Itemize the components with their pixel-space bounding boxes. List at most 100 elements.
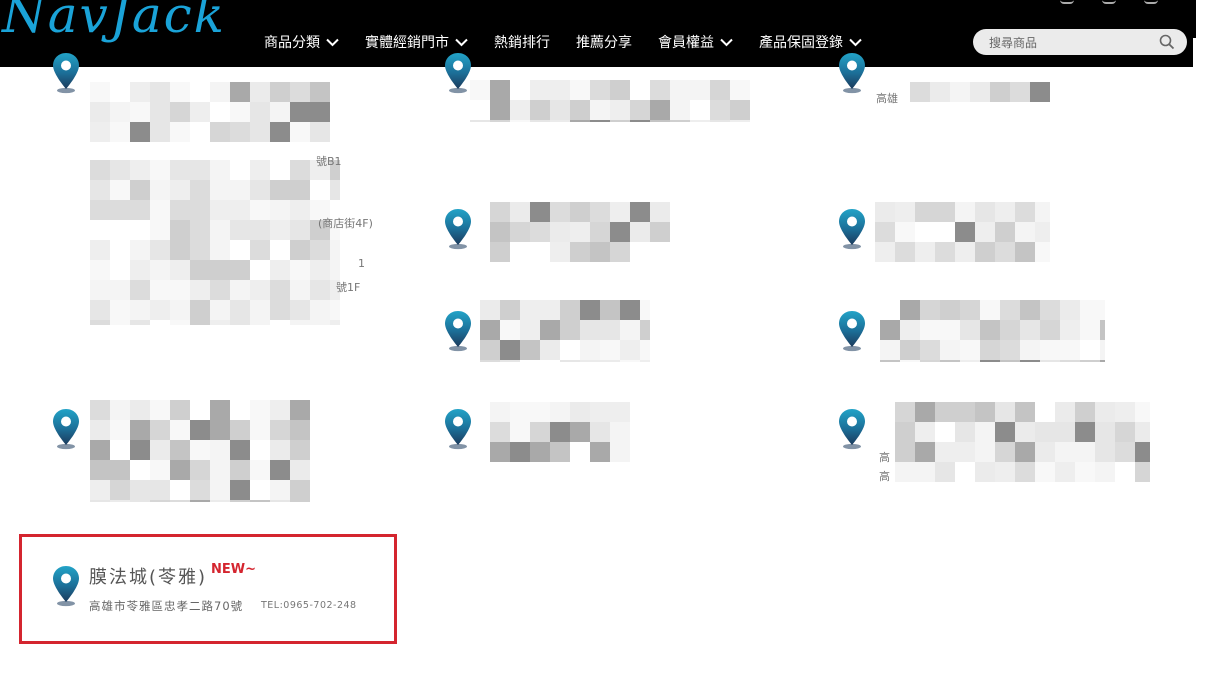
mosaic-cell <box>290 180 310 200</box>
mosaic-cell <box>510 242 530 262</box>
mosaic-cell <box>1000 300 1020 320</box>
mosaic-cell <box>130 280 150 300</box>
mosaic-cell <box>90 320 110 325</box>
mosaic-cell <box>1080 300 1100 320</box>
mosaic-cell <box>935 442 955 462</box>
mosaic-cell <box>210 102 230 122</box>
mosaic-cell <box>975 442 995 462</box>
mosaic-cell <box>710 100 730 120</box>
mosaic-cell <box>90 460 110 480</box>
main-nav: 商品分類 實體經銷門市 熱銷排行 推薦分享 會員權益 產品保固登錄 <box>264 32 888 52</box>
mosaic-cell <box>915 242 935 262</box>
mosaic-cell <box>470 80 490 100</box>
mosaic-cell <box>1135 422 1150 442</box>
mosaic-cell <box>1055 442 1075 462</box>
new-badge: NEW~ <box>211 562 256 577</box>
mosaic-cell <box>1095 402 1115 422</box>
search-input[interactable] <box>987 33 1151 53</box>
mosaic-cell <box>580 300 600 320</box>
mosaic-cell <box>480 340 500 360</box>
brand-logo[interactable]: NavJack <box>2 0 226 44</box>
mosaic-cell <box>290 420 310 440</box>
mosaic-cell <box>480 300 500 320</box>
mosaic-cell <box>1015 442 1035 462</box>
mosaic-cell <box>540 340 560 360</box>
mosaic-cell <box>530 242 550 262</box>
mosaic-cell <box>170 420 190 440</box>
mosaic-cell <box>210 160 230 180</box>
mosaic-cell <box>250 122 270 142</box>
mosaic-cell <box>170 500 190 502</box>
mosaic-cell <box>210 122 230 142</box>
mosaic-cell <box>1000 360 1020 362</box>
mosaic-cell <box>290 160 310 180</box>
mosaic-cell <box>530 100 550 120</box>
mosaic-cell <box>490 242 510 262</box>
mosaic-cell <box>330 300 340 320</box>
mosaic-cell <box>975 462 995 482</box>
mosaic-cell <box>935 422 955 442</box>
mosaic-cell <box>955 222 975 242</box>
cart-icon[interactable] <box>1102 0 1116 4</box>
mosaic-cell <box>310 260 330 280</box>
mosaic-cell <box>270 240 290 260</box>
mosaic-cell <box>1075 462 1095 482</box>
mosaic-cell <box>1055 462 1075 482</box>
mosaic-cell <box>955 242 975 262</box>
mosaic-cell <box>895 242 915 262</box>
mosaic-cell <box>910 82 930 102</box>
search-icon[interactable] <box>1159 34 1175 50</box>
mosaic-cell <box>330 260 340 280</box>
mosaic-cell <box>590 402 610 422</box>
mosaic-cell <box>970 82 990 102</box>
mosaic-cell <box>190 440 210 460</box>
mosaic-cell <box>90 260 110 280</box>
mosaic-cell <box>640 360 650 362</box>
mosaic-cell <box>620 340 640 360</box>
mosaic-cell <box>490 202 510 222</box>
mosaic-cell <box>250 420 270 440</box>
nav-item-warranty-registration[interactable]: 產品保固登錄 <box>759 32 862 52</box>
mosaic-cell <box>1000 320 1020 340</box>
mosaic-cell <box>110 180 130 200</box>
mosaic-cell <box>270 102 290 122</box>
mosaic-cell <box>540 320 560 340</box>
site-header: NavJack 商品分類 實體經銷門市 熱銷排行 推薦分享 會員權益 產品保固登… <box>0 0 1193 67</box>
mosaic-cell <box>1135 442 1150 462</box>
mosaic-cell <box>510 422 530 442</box>
menu-icon[interactable] <box>1144 0 1158 4</box>
mosaic-cell <box>170 200 190 220</box>
mosaic-cell <box>730 120 750 122</box>
store-phone[interactable]: TEL:0965-702-248 <box>261 600 357 611</box>
mosaic-cell <box>1135 462 1150 482</box>
mosaic-cell <box>930 82 950 102</box>
mosaic-cell <box>570 402 590 422</box>
mosaic-cell <box>290 122 310 142</box>
mosaic-cell <box>995 462 1015 482</box>
account-icon[interactable] <box>1060 0 1074 4</box>
nav-item-physical-stores[interactable]: 實體經銷門市 <box>365 32 468 52</box>
mosaic-cell <box>630 242 650 262</box>
nav-item-label: 推薦分享 <box>576 35 632 51</box>
nav-item-recommend-share[interactable]: 推薦分享 <box>576 32 632 52</box>
mosaic-cell <box>190 420 210 440</box>
mosaic-cell <box>170 280 190 300</box>
mosaic-cell <box>980 300 1000 320</box>
mosaic-cell <box>880 340 900 360</box>
blurred-store-info <box>90 82 330 142</box>
mosaic-cell <box>130 300 150 320</box>
mosaic-cell <box>650 202 670 222</box>
mosaic-cell <box>995 202 1015 222</box>
mosaic-cell <box>500 340 520 360</box>
mosaic-cell <box>900 320 920 340</box>
nav-item-product-categories[interactable]: 商品分類 <box>264 32 339 52</box>
mosaic-cell <box>610 202 630 222</box>
mosaic-cell <box>940 300 960 320</box>
mosaic-cell <box>310 122 330 142</box>
mosaic-cell <box>190 102 210 122</box>
mosaic-cell <box>630 222 650 242</box>
mosaic-cell <box>150 440 170 460</box>
mosaic-cell <box>150 240 170 260</box>
nav-item-bestsellers[interactable]: 熱銷排行 <box>494 32 550 52</box>
nav-item-member-benefits[interactable]: 會員權益 <box>658 32 733 52</box>
